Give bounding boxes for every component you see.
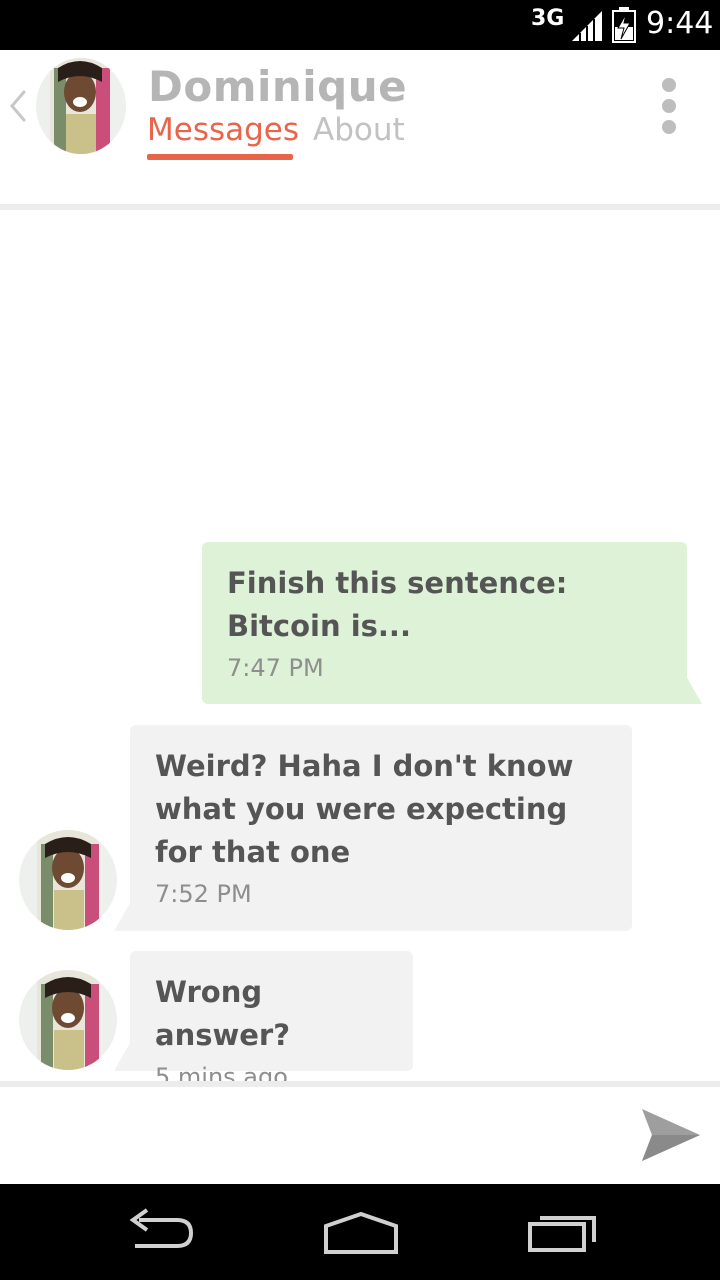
signal-icon bbox=[572, 11, 602, 41]
nav-home-icon[interactable] bbox=[322, 1206, 400, 1256]
avatar[interactable] bbox=[19, 970, 117, 1070]
status-bar: 3G 9:44 bbox=[0, 0, 720, 50]
header-divider bbox=[0, 204, 720, 210]
send-icon[interactable] bbox=[640, 1107, 702, 1163]
system-nav-bar bbox=[0, 1184, 720, 1280]
nav-back-icon[interactable] bbox=[125, 1206, 197, 1256]
active-tab-indicator bbox=[147, 154, 293, 160]
avatar[interactable] bbox=[36, 58, 126, 154]
contact-name: Dominique bbox=[148, 62, 408, 111]
network-type: 3G bbox=[531, 6, 565, 31]
overflow-menu-icon[interactable] bbox=[656, 78, 682, 134]
avatar[interactable] bbox=[19, 830, 117, 930]
chat-screen: 3G 9:44 Dominique Messages About Finish … bbox=[0, 0, 720, 1280]
message-input[interactable] bbox=[20, 1105, 614, 1167]
message-composer bbox=[0, 1087, 720, 1184]
message-text: Finish this sentence: Bitcoin is... bbox=[227, 566, 568, 643]
message-text: Wrong answer? bbox=[155, 975, 291, 1052]
message-timestamp: 7:47 PM bbox=[227, 654, 324, 682]
message-text: Weird? Haha I don't know what you were e… bbox=[155, 749, 574, 869]
clock: 9:44 bbox=[646, 6, 714, 41]
bubble-tail bbox=[114, 1043, 138, 1071]
nav-recents-icon[interactable] bbox=[526, 1206, 600, 1256]
message-timestamp: 7:52 PM bbox=[155, 880, 252, 908]
message-bubble-incoming[interactable]: Weird? Haha I don't know what you were e… bbox=[130, 725, 632, 931]
bubble-tail bbox=[114, 903, 138, 931]
chevron-left-icon[interactable] bbox=[6, 88, 30, 124]
message-bubble-incoming[interactable]: Wrong answer? 5 mins ago bbox=[130, 951, 413, 1091]
battery-charging-icon bbox=[612, 7, 636, 43]
conversation-header: Dominique Messages About bbox=[0, 50, 720, 210]
message-bubble-outgoing[interactable]: Finish this sentence: Bitcoin is... 7:47… bbox=[202, 542, 687, 704]
bubble-tail bbox=[678, 676, 702, 704]
tab-about[interactable]: About bbox=[313, 112, 405, 148]
tab-messages[interactable]: Messages bbox=[147, 112, 299, 148]
